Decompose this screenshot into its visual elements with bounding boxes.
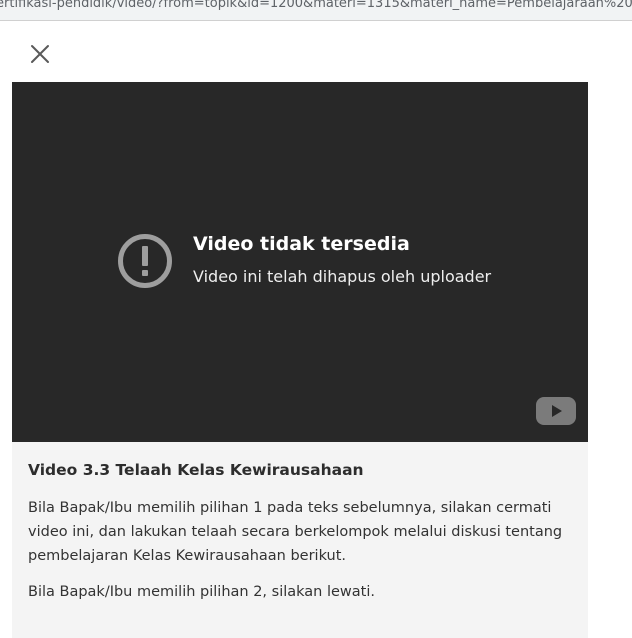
address-bar-url[interactable]: ertifikasi-pendidik/video/?from=topik&id… [0, 0, 632, 11]
video-player[interactable]: Video tidak tersedia Video ini telah dih… [12, 82, 588, 442]
youtube-play-icon[interactable] [536, 397, 576, 425]
description-paragraph-1: Bila Bapak/Ibu memilih pilihan 1 pada te… [28, 500, 563, 564]
close-button[interactable] [28, 42, 52, 66]
video-description: Video 3.3 Telaah Kelas Kewirausahaan Bil… [28, 454, 576, 604]
video-modal: Video tidak tersedia Video ini telah dih… [12, 82, 588, 638]
video-title: Video 3.3 Telaah Kelas Kewirausahaan [28, 461, 364, 479]
exclamation-circle-icon [118, 234, 172, 288]
description-paragraph-2: Bila Bapak/Ibu memilih pilihan 2, silaka… [28, 584, 375, 600]
video-error-message: Video ini telah dihapus oleh uploader [193, 267, 492, 286]
close-icon [31, 45, 49, 63]
video-error-title: Video tidak tersedia [193, 233, 410, 255]
address-bar[interactable]: ertifikasi-pendidik/video/?from=topik&id… [0, 0, 632, 21]
